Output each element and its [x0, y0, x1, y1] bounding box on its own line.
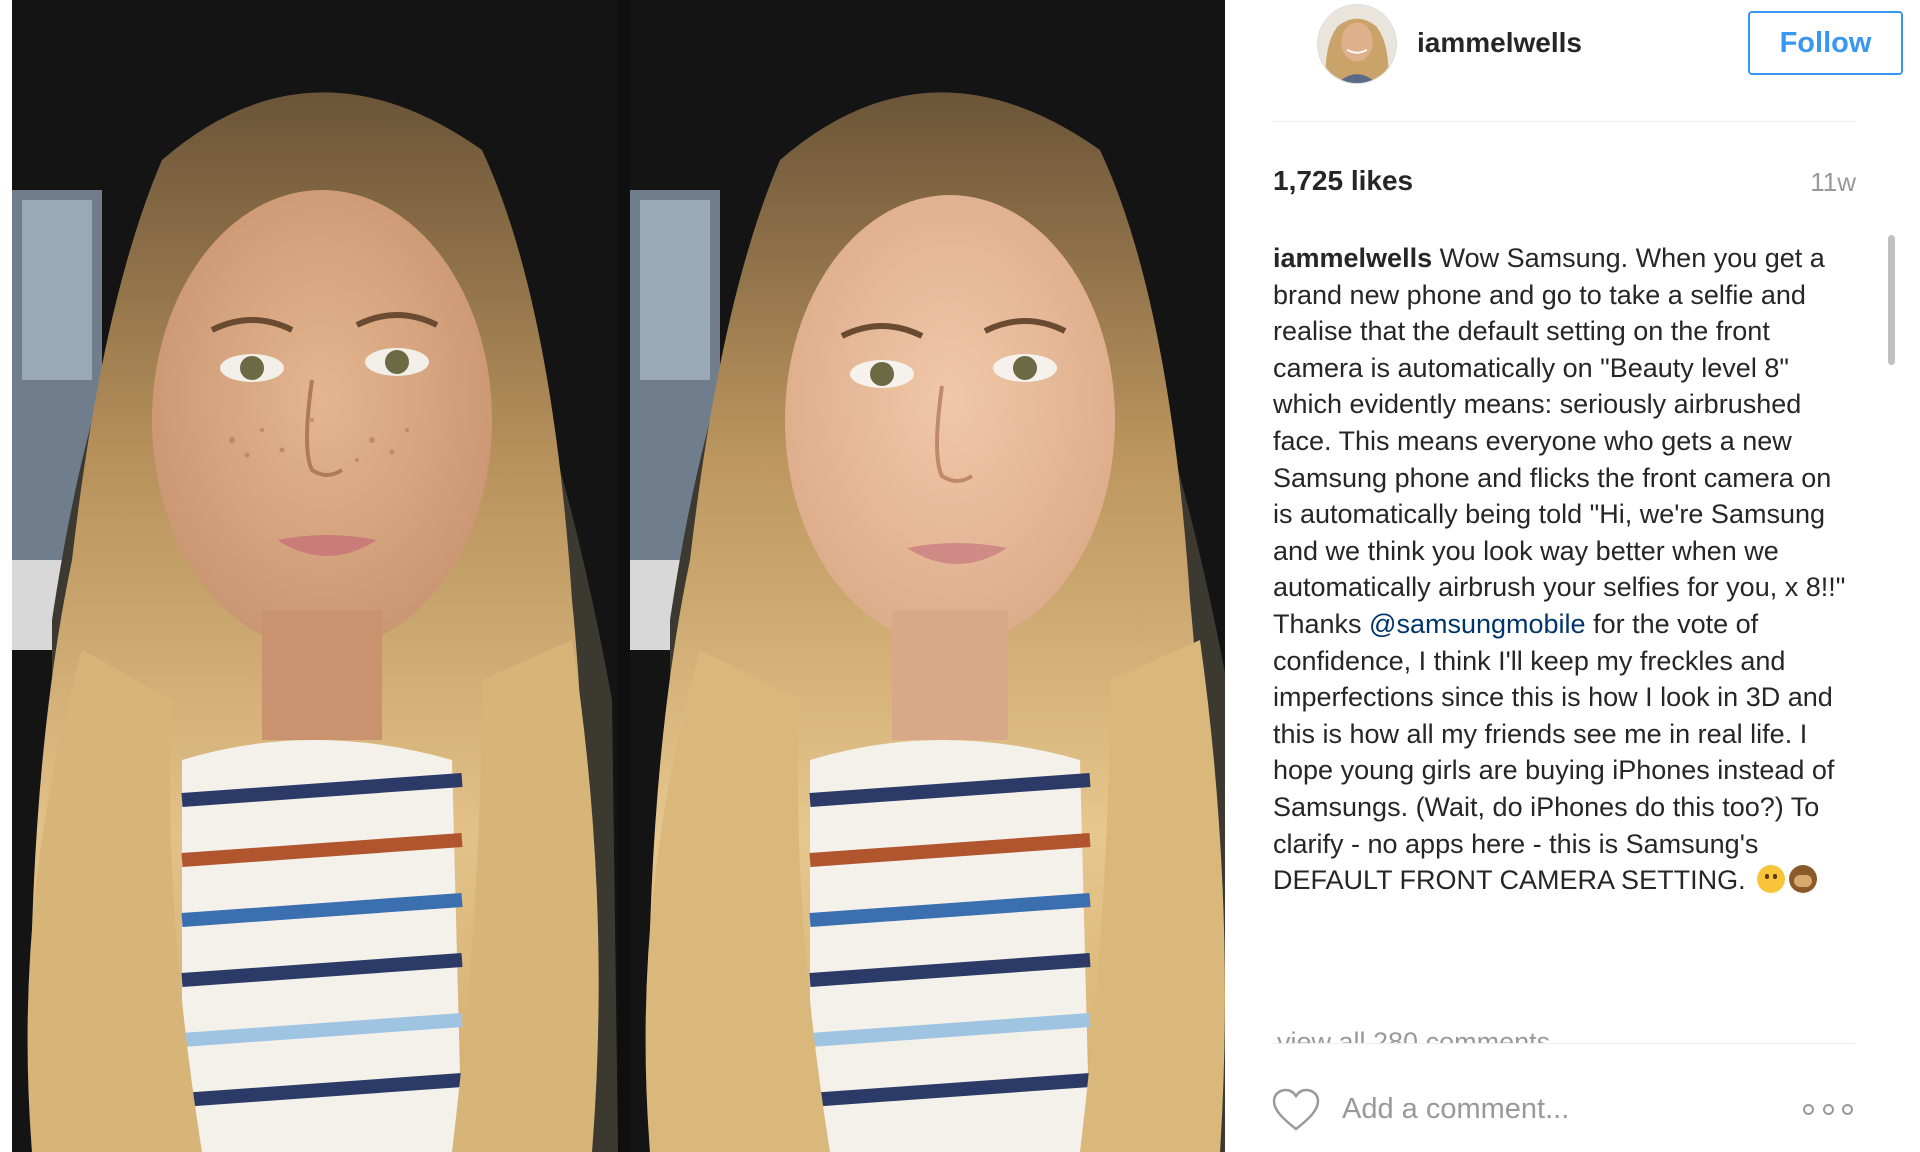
caption-text-part1: Wow Samsung. When you get a brand new ph…: [1273, 243, 1846, 639]
post-author-username[interactable]: iammelwells: [1417, 27, 1582, 59]
more-dot: [1803, 1103, 1814, 1115]
photo-divider: [618, 0, 630, 1152]
avatar[interactable]: [1317, 4, 1397, 84]
caption-username[interactable]: iammelwells: [1273, 243, 1432, 273]
post-photo[interactable]: [12, 0, 1225, 1152]
post-caption: iammelwells Wow Samsung. When you get a …: [1273, 240, 1853, 899]
caption-mention-link[interactable]: @samsungmobile: [1369, 609, 1586, 639]
post-details-panel: iammelwells Follow 1,725 likes 11w iamme…: [1225, 0, 1920, 1152]
caption-scrollbar[interactable]: [1888, 235, 1895, 365]
follow-button[interactable]: Follow: [1748, 11, 1903, 75]
add-comment-input[interactable]: [1342, 1084, 1762, 1134]
more-dot: [1842, 1103, 1853, 1115]
see-no-evil-monkey-icon: [1789, 865, 1818, 894]
like-count[interactable]: 1,725 likes: [1273, 165, 1413, 197]
worried-face-icon: [1757, 865, 1786, 894]
selfie-airbrushed-image: [630, 0, 1225, 1152]
post-timestamp[interactable]: 11w: [1810, 167, 1856, 198]
post-footer: [1272, 1043, 1855, 1152]
heart-icon[interactable]: [1272, 1088, 1320, 1132]
view-all-comments-link[interactable]: view all 280 comments: [1277, 1022, 1837, 1044]
caption-text-part2: for the vote of confidence, I think I'll…: [1273, 608, 1835, 896]
view-all-comments-label: view all 280 comments: [1277, 1027, 1551, 1044]
selfie-before-image: [12, 0, 618, 1152]
post-header: iammelwells Follow: [1272, 0, 1903, 122]
more-dot: [1822, 1103, 1834, 1115]
more-options-icon[interactable]: [1803, 1102, 1853, 1116]
